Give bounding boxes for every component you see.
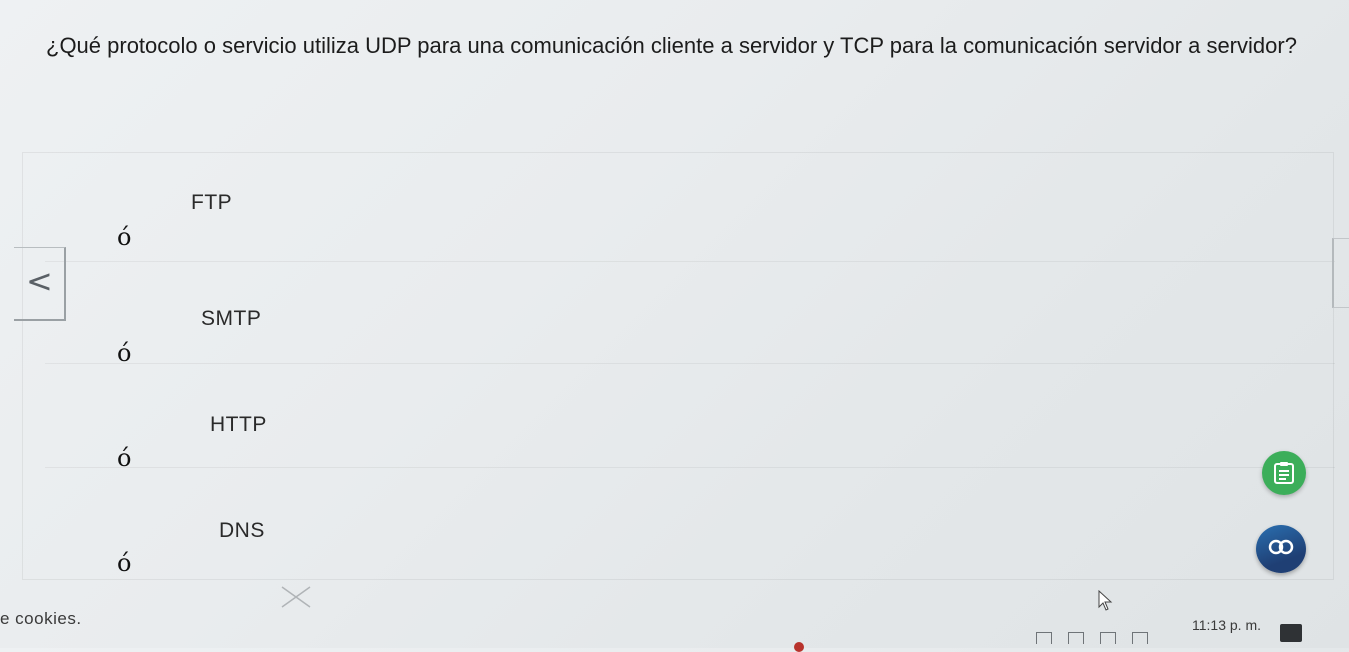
tray-icon[interactable] — [1100, 632, 1116, 644]
next-button[interactable] — [1332, 238, 1349, 308]
record-indicator — [794, 642, 804, 652]
close-icon[interactable] — [278, 585, 314, 609]
quiz-screen: { "question": { "text": "¿Qué protocolo … — [0, 0, 1349, 652]
option-ftp[interactable]: FTP ó — [23, 153, 1333, 258]
notes-icon — [1274, 462, 1294, 484]
notes-button[interactable] — [1262, 451, 1306, 495]
option-label: DNS — [219, 519, 265, 542]
notification-icon[interactable] — [1280, 624, 1302, 642]
option-label: FTP — [191, 191, 233, 214]
taskbar-clock: 11:13 p. m. — [1192, 617, 1262, 633]
question-text: ¿Qué protocolo o servicio utiliza UDP pa… — [46, 33, 1297, 58]
mouse-cursor-icon — [1098, 590, 1113, 611]
option-smtp[interactable]: SMTP ó — [23, 261, 1333, 367]
assistant-button[interactable] — [1256, 525, 1306, 573]
assistant-icon — [1268, 539, 1294, 555]
options-panel: FTP ó SMTP ó HTTP ó DNS ó — [22, 152, 1335, 580]
cookies-notice: e cookies. — [0, 609, 82, 628]
option-http[interactable]: HTTP ó — [23, 363, 1333, 472]
tray-icon[interactable] — [1068, 632, 1084, 644]
option-marker: ó — [117, 549, 132, 577]
tray-icon[interactable] — [1036, 632, 1052, 644]
option-label: SMTP — [201, 307, 262, 330]
previous-button[interactable]: < — [14, 247, 66, 321]
option-label: HTTP — [210, 413, 267, 436]
chevron-left-icon: < — [26, 262, 53, 300]
tray-icon[interactable] — [1132, 632, 1148, 644]
system-tray — [1036, 632, 1148, 644]
option-marker: ó — [117, 223, 132, 251]
option-dns[interactable]: DNS ó — [23, 467, 1333, 577]
